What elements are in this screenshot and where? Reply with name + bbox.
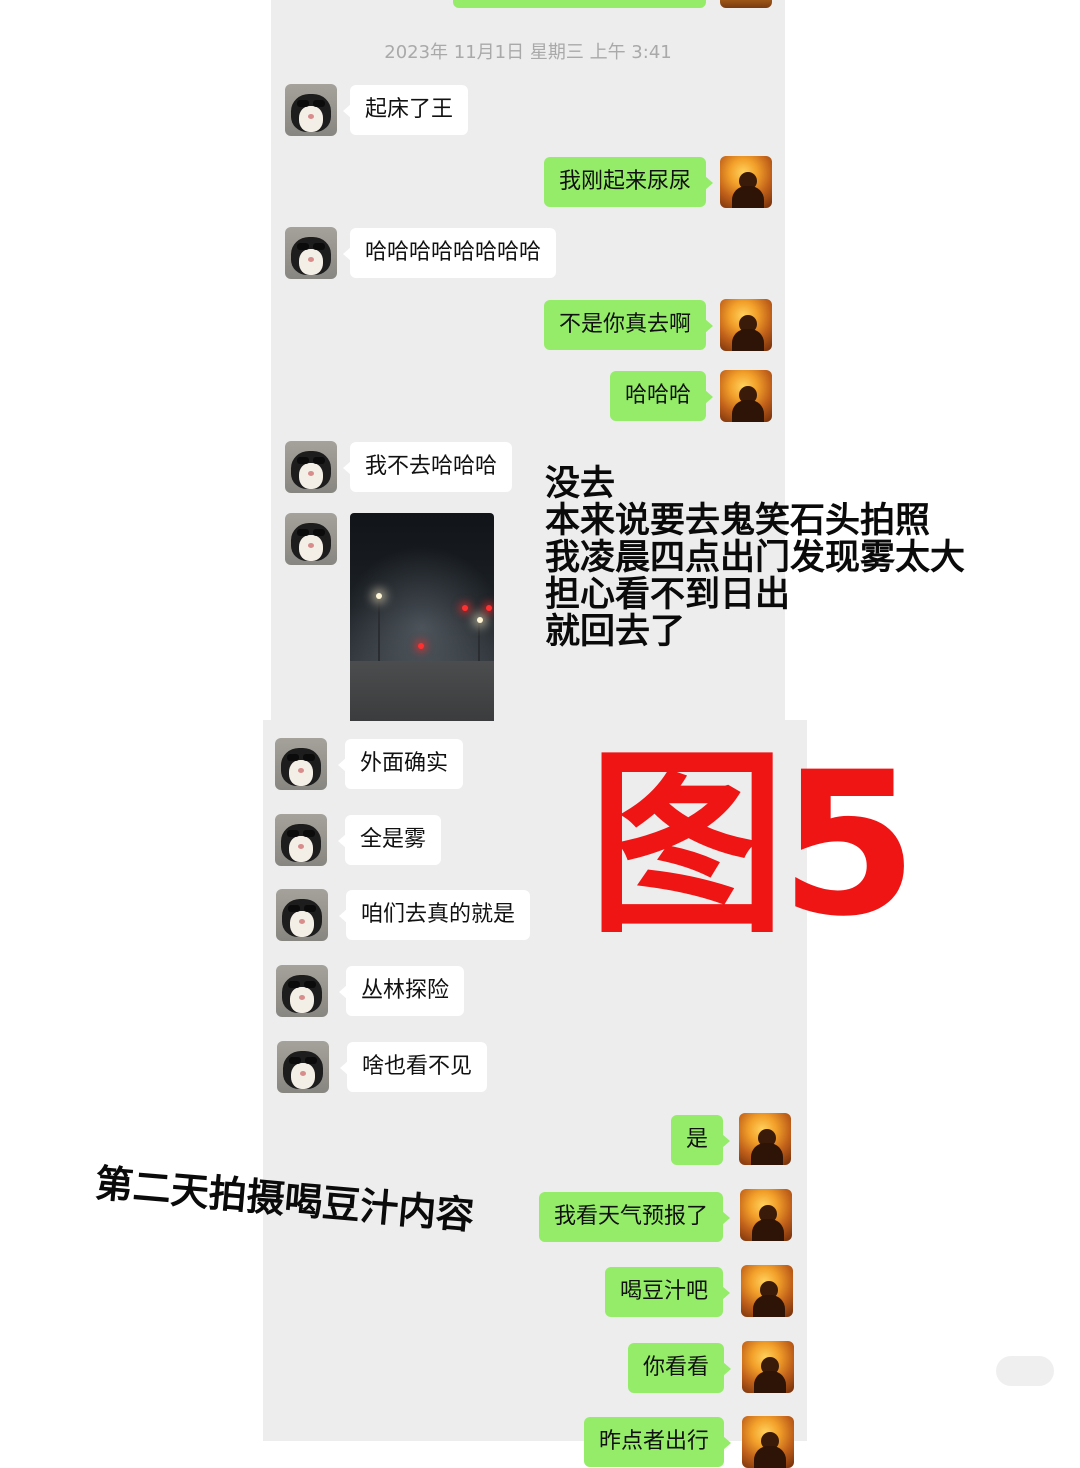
- contact-avatar[interactable]: [285, 513, 337, 565]
- contact-avatar[interactable]: [275, 814, 327, 866]
- message-bubble-outgoing[interactable]: 我刚起来尿尿: [543, 157, 714, 207]
- user-avatar[interactable]: [739, 1113, 791, 1165]
- annotation-line: 没去: [545, 464, 616, 504]
- message-bubble-incoming[interactable]: 外面确实: [337, 739, 464, 789]
- image-message-foggy-street[interactable]: [350, 513, 494, 721]
- chat-timestamp: 2023年 11月1日 星期三 上午 3:41: [384, 42, 672, 63]
- message-bubble-outgoing[interactable]: 不是你真去啊: [543, 300, 714, 350]
- contact-avatar[interactable]: [285, 227, 337, 279]
- contact-avatar[interactable]: [277, 1041, 329, 1093]
- contact-avatar[interactable]: [285, 84, 337, 136]
- message-bubble-incoming[interactable]: 我不去哈哈哈: [342, 442, 513, 492]
- message-bubble-outgoing[interactable]: 喝豆汁吧: [604, 1267, 731, 1317]
- user-avatar[interactable]: [720, 370, 772, 422]
- contact-avatar[interactable]: [285, 441, 337, 493]
- contact-avatar[interactable]: [276, 965, 328, 1017]
- user-avatar[interactable]: [720, 299, 772, 351]
- user-avatar[interactable]: [720, 156, 772, 208]
- figure-label: 图5: [588, 729, 918, 960]
- contact-avatar[interactable]: [276, 889, 328, 941]
- message-bubble-incoming[interactable]: 全是雾: [337, 815, 442, 865]
- message-bubble-incoming[interactable]: 丛林探险: [338, 966, 465, 1016]
- annotation-line: 就回去了: [545, 612, 686, 652]
- user-avatar[interactable]: [742, 1416, 794, 1468]
- watermark-logo: [996, 1356, 1054, 1386]
- annotation-line: 本来说要去鬼笑石头拍照: [545, 501, 931, 541]
- partial-avatar[interactable]: [720, 0, 772, 8]
- message-bubble-incoming[interactable]: 啥也看不见: [339, 1042, 488, 1092]
- partial-message-bubble[interactable]: [453, 0, 706, 8]
- message-bubble-outgoing[interactable]: 我看天气预报了: [538, 1192, 731, 1242]
- annotation-line: 我凌晨四点出门发现雾太大: [545, 538, 966, 578]
- user-avatar[interactable]: [740, 1189, 792, 1241]
- message-bubble-incoming[interactable]: 起床了王: [342, 85, 469, 135]
- message-bubble-outgoing[interactable]: 哈哈哈: [609, 371, 714, 421]
- annotation-note: 没去 本来说要去鬼笑石头拍照 我凌晨四点出门发现雾太大 担心看不到日出 就回去了: [545, 466, 965, 651]
- user-avatar[interactable]: [742, 1341, 794, 1393]
- annotation-line: 担心看不到日出: [545, 575, 791, 615]
- user-avatar[interactable]: [741, 1265, 793, 1317]
- message-bubble-outgoing[interactable]: 昨点者出行: [583, 1417, 732, 1467]
- message-bubble-incoming[interactable]: 咱们去真的就是: [338, 890, 531, 940]
- message-bubble-outgoing[interactable]: 你看看: [627, 1343, 732, 1393]
- contact-avatar[interactable]: [275, 738, 327, 790]
- message-bubble-outgoing[interactable]: 是: [670, 1115, 731, 1165]
- message-bubble-incoming[interactable]: 哈哈哈哈哈哈哈哈: [342, 228, 557, 278]
